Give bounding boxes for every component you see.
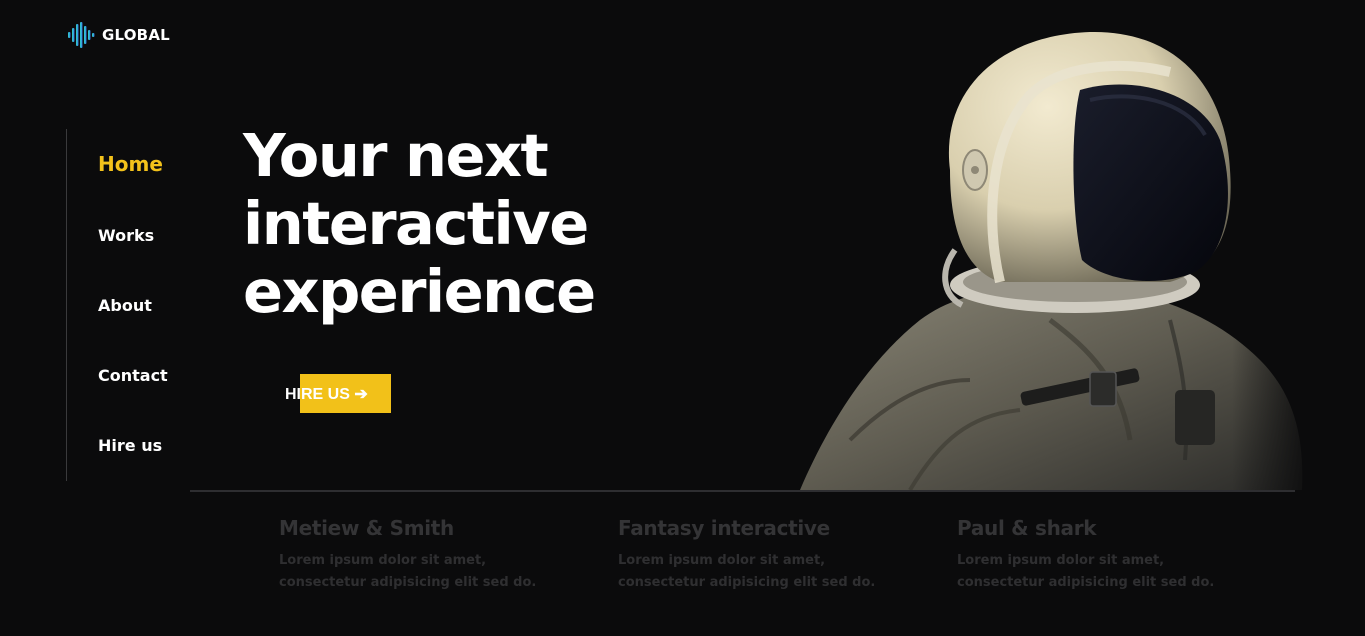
logo[interactable]: GLOBAL: [67, 22, 170, 48]
soundwave-logo-icon: [68, 22, 95, 48]
hire-us-button[interactable]: HIRE US ➔: [285, 374, 391, 413]
hero-title-line-3: experience: [243, 257, 596, 326]
nav-item-hire-us[interactable]: Hire us: [98, 436, 162, 455]
project-card[interactable]: Paul & shark Lorem ipsum dolor sit amet,…: [957, 516, 1217, 594]
project-card-title: Fantasy interactive: [618, 516, 830, 540]
hero-title-line-1: Your next: [243, 121, 549, 190]
project-card-text: Lorem ipsum dolor sit amet, consectetur …: [279, 553, 537, 590]
brand-name: GLOBAL: [102, 26, 170, 44]
hero-title: Your next interactive experience: [243, 122, 763, 326]
project-card-text: Lorem ipsum dolor sit amet, consectetur …: [618, 553, 876, 590]
sidebar-nav: Home Works About Contact Hire us: [66, 129, 168, 481]
project-card[interactable]: Fantasy interactive Lorem ipsum dolor si…: [618, 516, 878, 594]
section-divider: [190, 490, 1295, 492]
nav-item-about[interactable]: About: [98, 296, 152, 315]
project-card[interactable]: Metiew & Smith Lorem ipsum dolor sit ame…: [279, 516, 539, 594]
project-card-title: Metiew & Smith: [279, 516, 454, 540]
hire-us-button-label: HIRE US: [285, 386, 350, 403]
nav-item-home[interactable]: Home: [98, 152, 163, 176]
page: GLOBAL Home Works About Contact Hire us …: [0, 0, 1365, 636]
project-card-text: Lorem ipsum dolor sit amet, consectetur …: [957, 553, 1215, 590]
nav-item-contact[interactable]: Contact: [98, 366, 168, 385]
arrow-right-icon: ➔: [354, 386, 368, 403]
hero-title-line-2: interactive: [243, 189, 589, 258]
project-card-title: Paul & shark: [957, 516, 1097, 540]
astronaut-illustration: [790, 20, 1310, 492]
hire-us-button-label-wrap: HIRE US ➔: [285, 384, 368, 404]
nav-item-works[interactable]: Works: [98, 226, 154, 245]
